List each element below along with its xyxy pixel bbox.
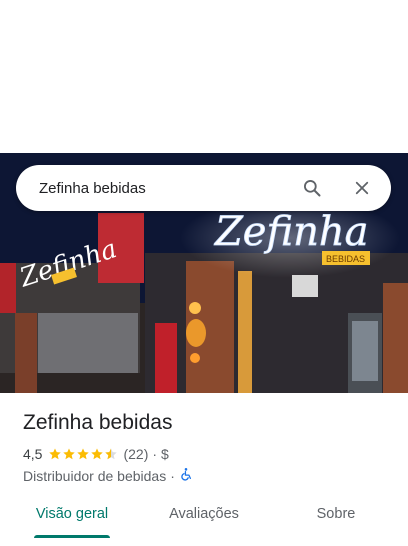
category-row: Distribuidor de bebidas · [23, 467, 193, 484]
category-separator: · [170, 467, 175, 484]
rating-row[interactable]: 4,5 (22) · $ [23, 446, 169, 462]
star-icon [63, 448, 76, 460]
place-info-panel: Zefinha bebidas 4,5 (22) · $ Distribuido… [0, 393, 408, 546]
close-icon[interactable] [350, 176, 374, 200]
top-blank-area [0, 0, 408, 153]
search-icon[interactable] [300, 176, 324, 200]
svg-text:BEBIDAS: BEBIDAS [326, 254, 365, 264]
star-icon [77, 448, 90, 460]
star-rating [48, 447, 118, 461]
wheelchair-icon [179, 467, 193, 484]
half-star-icon [105, 448, 118, 460]
star-icon [91, 448, 104, 460]
price-level: $ [161, 446, 169, 462]
tab-bar: Visão geral Avaliações Sobre [0, 499, 408, 546]
search-input[interactable]: Zefinha bebidas [39, 180, 300, 197]
tab-overview[interactable]: Visão geral [0, 499, 144, 546]
review-count[interactable]: (22) [123, 446, 148, 462]
rating-value: 4,5 [23, 446, 43, 462]
star-icon [49, 448, 62, 460]
search-bar[interactable]: Zefinha bebidas [16, 165, 391, 211]
separator: · [152, 446, 158, 462]
tab-reviews[interactable]: Avaliações [144, 499, 264, 546]
svg-text:Zefinha: Zefinha [213, 209, 369, 255]
category-label: Distribuidor de bebidas [23, 467, 167, 484]
tab-about[interactable]: Sobre [264, 499, 408, 546]
place-title: Zefinha bebidas [23, 411, 173, 434]
active-tab-indicator [34, 535, 110, 538]
